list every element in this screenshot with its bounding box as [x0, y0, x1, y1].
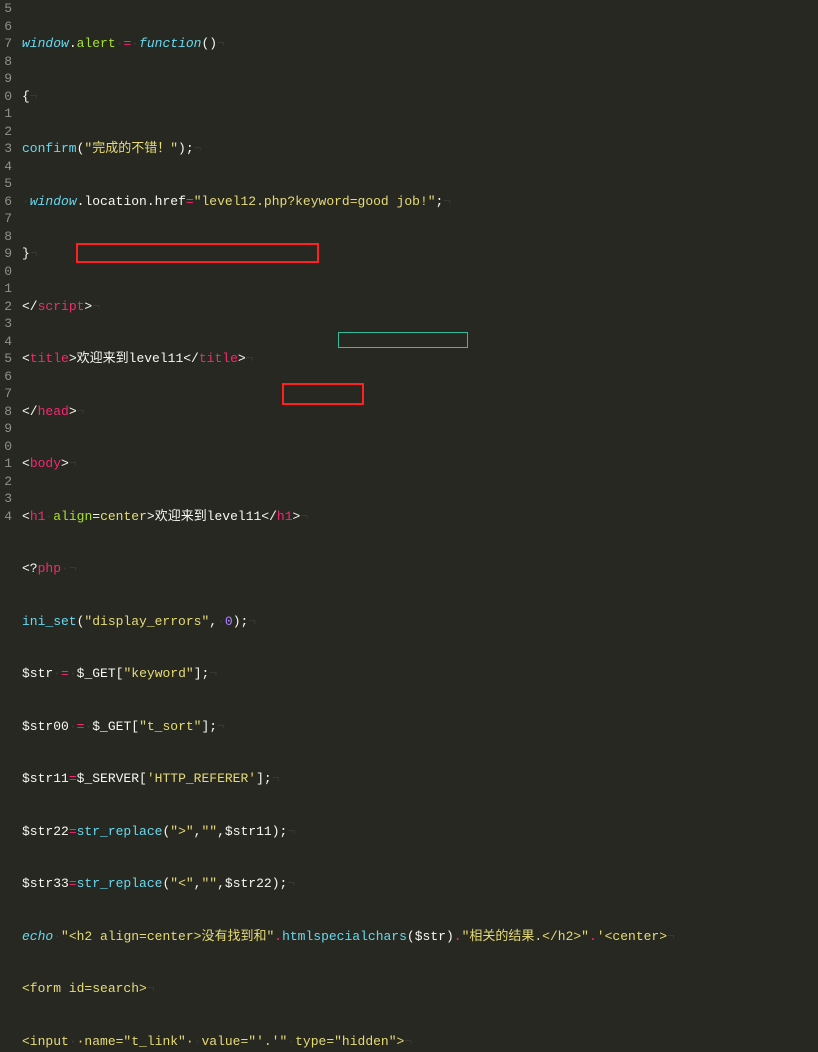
code-line: window.alert·=·function()¬: [22, 35, 818, 53]
annotation-box-htmlspecialchars: [338, 332, 468, 348]
line-number-gutter: 56789 01234 56789 01234 56789 01234: [0, 0, 18, 526]
code-editor-area[interactable]: window.alert·=·function()¬ {¬ confirm("完…: [18, 0, 818, 526]
